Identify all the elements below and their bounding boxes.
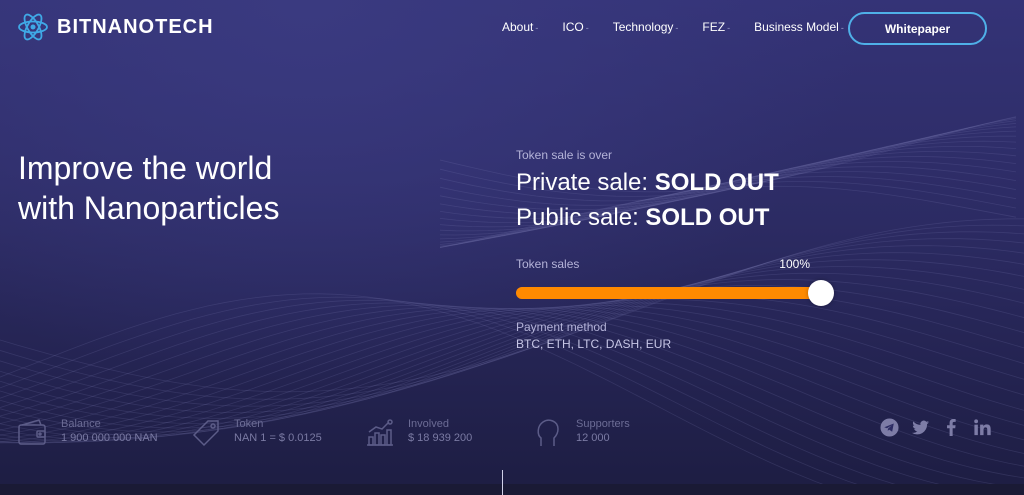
progress-knob xyxy=(808,280,834,306)
public-sale-value: SOLD OUT xyxy=(645,204,770,231)
public-sale-label: Public sale: xyxy=(516,204,646,231)
token-sales-progress xyxy=(516,287,822,299)
stat-value: $ 18 939 200 xyxy=(408,432,473,444)
stat-label: Token xyxy=(234,418,264,430)
person-head-icon xyxy=(537,419,559,446)
social-links xyxy=(880,418,992,437)
stat-involved: Involved $ 18 939 200 xyxy=(364,417,472,449)
stat-value: NAN 1 = $ 0.0125 xyxy=(234,432,322,444)
stat-value: 1 900 000 000 NAN xyxy=(61,432,158,444)
growth-chart-icon xyxy=(367,419,393,446)
stat-token: Token NAN 1 = $ 0.0125 xyxy=(190,417,322,449)
payment-method-value: BTC, ETH, LTC, DASH, EUR xyxy=(516,337,672,351)
stat-balance: Balance 1 900 000 000 NAN xyxy=(17,417,158,449)
linkedin-icon[interactable] xyxy=(973,418,992,437)
nav-label: ICO xyxy=(562,20,584,34)
sale-status: Token sale is over xyxy=(516,148,613,162)
atom-icon xyxy=(18,13,48,41)
stat-value: 12 000 xyxy=(576,432,610,444)
nav-caret: - xyxy=(535,23,539,33)
nav-caret: - xyxy=(675,23,679,33)
wallet-icon xyxy=(18,419,46,445)
hero-headline: Improve the world with Nanoparticles xyxy=(18,148,279,228)
nav-label: About xyxy=(502,20,534,34)
private-sale-label: Private sale: xyxy=(516,169,655,196)
private-sale-value: SOLD OUT xyxy=(654,169,779,196)
nav-item-business-model[interactable]: Business Model - xyxy=(754,20,844,34)
stat-supporters: Supporters 12 000 xyxy=(532,417,630,449)
whitepaper-button[interactable]: Whitepaper xyxy=(848,12,987,45)
main-nav: About - ICO - Technology - FEZ - Business Mo… xyxy=(502,20,868,34)
hero-line-2: with Nanoparticles xyxy=(18,190,280,226)
stat-label: Supporters xyxy=(576,418,630,430)
nav-item-ico[interactable]: ICO - xyxy=(562,20,588,34)
nav-item-technology[interactable]: Technology - xyxy=(613,20,679,34)
nav-caret: - xyxy=(727,23,731,33)
nav-caret: - xyxy=(585,23,589,33)
progress-fill xyxy=(516,287,822,299)
twitter-icon[interactable] xyxy=(911,418,930,437)
private-sale-line: Private sale: SOLD OUT xyxy=(516,168,836,198)
token-sales-label: Token sales xyxy=(516,257,580,271)
token-sale-panel: Token sale is over Private sale: SOLD OU… xyxy=(516,148,836,233)
token-sales-row: Token sales 100% xyxy=(516,257,810,271)
public-sale-line: Public sale: SOLD OUT xyxy=(516,203,836,233)
tag-icon xyxy=(192,420,219,447)
nav-item-fez[interactable]: FEZ - xyxy=(702,20,730,34)
section-divider xyxy=(0,484,1024,495)
nav-label: FEZ xyxy=(702,20,726,34)
stat-label: Involved xyxy=(408,418,449,430)
hero-line-1: Improve the world xyxy=(18,150,273,186)
brand-logo[interactable]: BITNANOTECH xyxy=(17,11,214,43)
nav-caret: - xyxy=(840,23,844,33)
token-sales-percent: 100% xyxy=(779,257,810,271)
facebook-icon[interactable] xyxy=(942,418,961,437)
brand-name: BITNANOTECH xyxy=(57,15,214,38)
stats-bar: Balance 1 900 000 000 NAN Token NAN 1 = … xyxy=(0,417,1024,451)
nav-label: Technology xyxy=(612,20,674,34)
stat-label: Balance xyxy=(61,418,101,430)
nav-label: Business Model xyxy=(754,20,839,34)
telegram-icon[interactable] xyxy=(880,418,899,437)
payment-method-label: Payment method xyxy=(516,320,607,334)
scroll-indicator[interactable] xyxy=(502,470,503,495)
nav-item-about[interactable]: About - xyxy=(502,20,538,34)
